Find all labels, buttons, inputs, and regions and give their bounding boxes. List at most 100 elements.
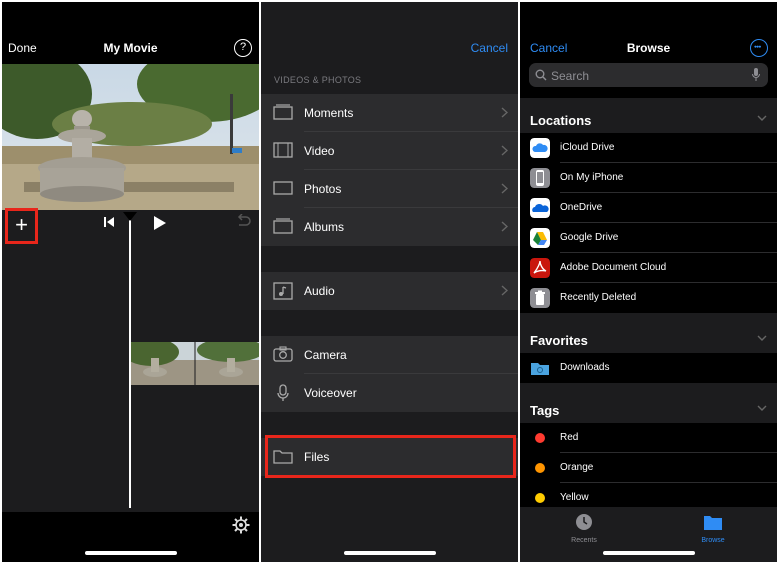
- tag-color-dot: [535, 493, 545, 503]
- section-header: VIDEOS & PHOTOS: [261, 62, 518, 94]
- folder-icon: [704, 516, 722, 530]
- playhead-marker: [123, 212, 137, 221]
- menu-item-albums[interactable]: Albums: [261, 208, 518, 246]
- location-label: OneDrive: [560, 202, 603, 213]
- favorite-downloads[interactable]: Downloads: [520, 353, 777, 383]
- menu-item-camera[interactable]: Camera: [261, 336, 518, 374]
- location-google-drive[interactable]: Google Drive: [520, 223, 777, 253]
- tab-recents[interactable]: Recents: [544, 513, 624, 544]
- location-recently-deleted[interactable]: Recently Deleted: [520, 283, 777, 313]
- tab-browse[interactable]: Browse: [673, 513, 753, 544]
- playhead[interactable]: [129, 220, 131, 508]
- albums-icon: [273, 218, 293, 234]
- menu-item-label: Voiceover: [304, 386, 357, 400]
- movie-title: My Movie: [103, 41, 158, 55]
- section-label: VIDEOS & PHOTOS: [274, 75, 362, 85]
- tag-label: Red: [560, 432, 579, 443]
- section-title: Tags: [530, 403, 560, 418]
- menu-item-photos[interactable]: Photos: [261, 170, 518, 208]
- menu-item-label: Photos: [304, 182, 342, 196]
- home-indicator: [85, 551, 177, 555]
- skip-back-icon[interactable]: [103, 216, 115, 228]
- movie-editor-panel: Done My Movie ? +: [2, 2, 259, 562]
- chevron-right-icon: [501, 221, 508, 232]
- menu-item-moments[interactable]: Moments: [261, 94, 518, 132]
- more-options-icon[interactable]: [750, 39, 768, 57]
- undo-icon[interactable]: [235, 214, 251, 228]
- add-media-button[interactable]: +: [5, 208, 38, 244]
- location-label: iCloud Drive: [560, 142, 615, 153]
- tag-label: Yellow: [560, 492, 589, 503]
- location-label: Recently Deleted: [560, 292, 637, 303]
- icloud-icon: [530, 138, 550, 158]
- favorite-label: Downloads: [560, 362, 610, 373]
- chevron-right-icon: [501, 285, 508, 296]
- tag-label: Orange: [560, 462, 594, 473]
- chevron-down-icon[interactable]: [757, 335, 767, 342]
- adobe-acrobat-icon: [530, 258, 550, 278]
- tags-header[interactable]: Tags: [520, 392, 777, 426]
- section-title: Locations: [530, 113, 592, 128]
- browse-list: Locations iCloud Drive On My iPhone OneD…: [520, 98, 777, 513]
- menu-item-label: Audio: [304, 284, 335, 298]
- film-icon: [273, 142, 293, 158]
- gear-icon[interactable]: [232, 516, 250, 534]
- location-onedrive[interactable]: OneDrive: [520, 193, 777, 223]
- tag-color-dot: [535, 463, 545, 473]
- moments-icon: [273, 104, 293, 120]
- import-media-panel: Cancel VIDEOS & PHOTOS Moments Video Pho…: [261, 2, 518, 562]
- menu-item-audio[interactable]: Audio: [261, 272, 518, 310]
- microphone-icon[interactable]: [752, 68, 760, 82]
- tag-orange[interactable]: Orange: [520, 453, 777, 483]
- page-title: Browse: [626, 41, 671, 55]
- location-label: On My iPhone: [560, 172, 624, 183]
- iphone-icon: [530, 168, 550, 188]
- section-title: Favorites: [530, 333, 588, 348]
- location-icloud-drive[interactable]: iCloud Drive: [520, 133, 777, 163]
- locations-header[interactable]: Locations: [520, 102, 777, 136]
- trash-icon: [530, 288, 550, 308]
- menu-item-voiceover[interactable]: Voiceover: [261, 374, 518, 412]
- cancel-button[interactable]: Cancel: [471, 41, 508, 55]
- camera-icon: [273, 346, 293, 362]
- clock-icon: [576, 514, 592, 530]
- tab-label: Browse: [701, 537, 725, 544]
- photo-icon: [273, 181, 293, 195]
- location-on-my-iphone[interactable]: On My iPhone: [520, 163, 777, 193]
- favorites-header[interactable]: Favorites: [520, 322, 777, 356]
- location-label: Google Drive: [560, 232, 619, 243]
- search-field[interactable]: Search: [529, 63, 768, 87]
- home-indicator: [603, 551, 695, 555]
- downloads-folder-icon: [531, 363, 549, 375]
- menu-item-label: Albums: [304, 220, 345, 234]
- import-header: Cancel: [261, 2, 518, 62]
- chevron-right-icon: [501, 183, 508, 194]
- music-icon: [273, 282, 293, 300]
- microphone-icon: [277, 384, 289, 401]
- files-highlight: [265, 435, 516, 478]
- tab-label: Recents: [571, 537, 597, 544]
- menu-item-label: Camera: [304, 348, 347, 362]
- files-browse-panel: Cancel Browse Search Locations iCloud Dr…: [520, 2, 777, 562]
- menu-item-video[interactable]: Video: [261, 132, 518, 170]
- tag-red[interactable]: Red: [520, 423, 777, 453]
- chevron-right-icon: [501, 107, 508, 118]
- chevron-down-icon[interactable]: [757, 405, 767, 412]
- video-clip-thumbnail[interactable]: [131, 342, 259, 385]
- tag-color-dot: [535, 433, 545, 443]
- video-preview: [2, 64, 259, 210]
- help-icon[interactable]: ?: [234, 39, 252, 57]
- onedrive-icon: [530, 198, 550, 218]
- location-adobe-document-cloud[interactable]: Adobe Document Cloud: [520, 253, 777, 283]
- google-drive-icon: [530, 228, 550, 248]
- home-indicator: [344, 551, 436, 555]
- location-label: Adobe Document Cloud: [560, 262, 667, 273]
- search-input[interactable]: Search: [551, 69, 589, 83]
- chevron-right-icon: [501, 145, 508, 156]
- menu-item-label: Video: [304, 144, 335, 158]
- play-icon[interactable]: [153, 215, 167, 231]
- editor-header: Done My Movie ?: [2, 2, 259, 64]
- menu-item-label: Moments: [304, 106, 354, 120]
- chevron-down-icon[interactable]: [757, 115, 767, 122]
- search-icon: [535, 69, 547, 81]
